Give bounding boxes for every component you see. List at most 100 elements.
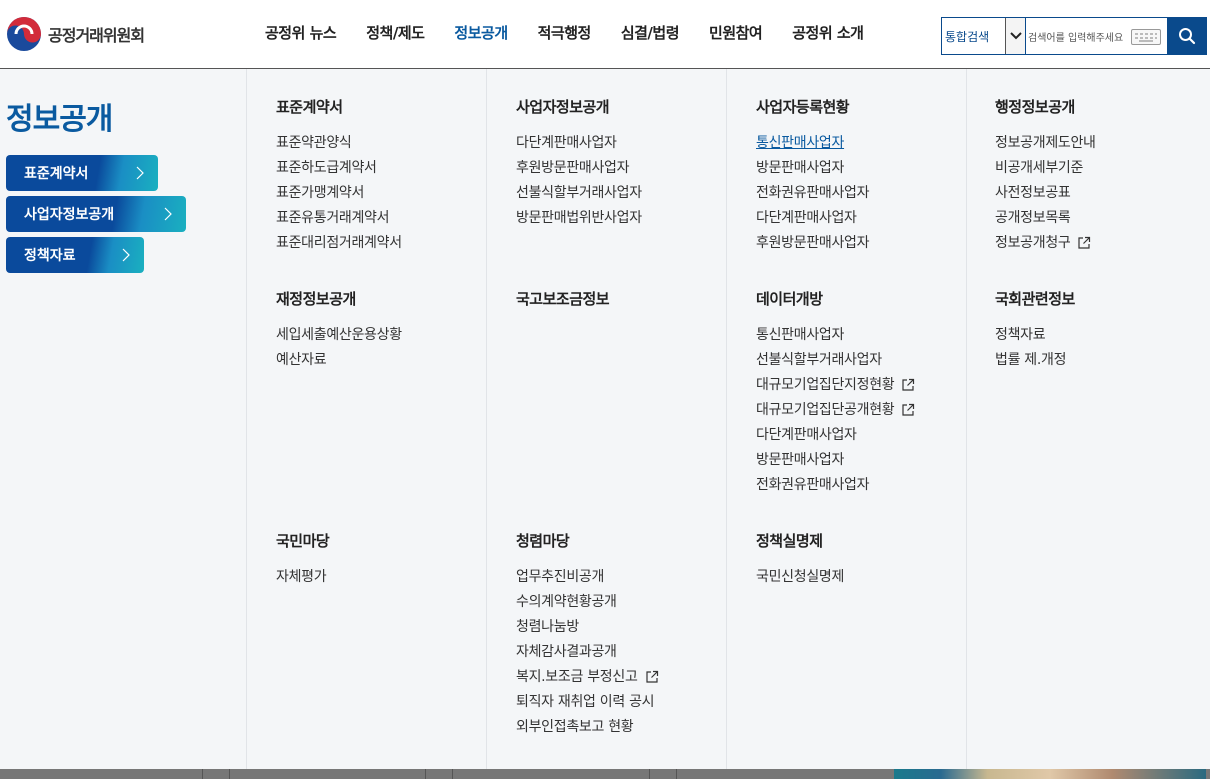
- mega-menu-panel: 정보공개 표준계약서 사업자정보공개 정책자료 표준계약서 표준약관양식 표준하…: [0, 69, 1210, 769]
- nav-news[interactable]: 공정위 뉴스: [265, 22, 337, 43]
- search-scope-select[interactable]: 통합검색: [941, 17, 1026, 55]
- nav-policy[interactable]: 정책/제도: [366, 22, 425, 43]
- menu-group-policy-realname: 정책실명제 국민신청실명제: [756, 531, 844, 592]
- search-scope-value: 통합검색: [945, 29, 990, 44]
- menu-item[interactable]: 공개정보목록: [995, 208, 1096, 233]
- menu-item[interactable]: 표준약관양식: [276, 133, 402, 158]
- menu-item-hovered[interactable]: 통신판매사업자: [756, 133, 869, 158]
- menu-item[interactable]: 사전정보공표: [995, 183, 1096, 208]
- nav-about[interactable]: 공정위 소개: [792, 22, 864, 43]
- nav-civil[interactable]: 민원참여: [709, 22, 763, 43]
- menu-group-title[interactable]: 사업자정보공개: [516, 97, 642, 117]
- menu-item[interactable]: 비공개세부기준: [995, 158, 1096, 183]
- menu-group-title[interactable]: 재정정보공개: [276, 289, 402, 309]
- external-link-icon: [645, 670, 658, 683]
- menu-item-external[interactable]: 복지.보조금 부정신고: [516, 667, 659, 692]
- sidebar-button-label: 표준계약서: [24, 166, 89, 182]
- menu-item[interactable]: 방문판매법위반사업자: [516, 208, 642, 233]
- page-background-strip: [0, 769, 1210, 779]
- site-logo[interactable]: 공정거래위원회: [6, 16, 145, 52]
- menu-item[interactable]: 다단계판매사업자: [756, 425, 915, 450]
- menu-group-title[interactable]: 정책실명제: [756, 531, 844, 551]
- menu-group-title[interactable]: 국민마당: [276, 531, 330, 551]
- menu-item[interactable]: 통신판매사업자: [756, 325, 915, 350]
- menu-group-title[interactable]: 국회관련정보: [995, 289, 1075, 309]
- menu-item[interactable]: 방문판매사업자: [756, 158, 869, 183]
- menu-group-title[interactable]: 표준계약서: [276, 97, 402, 117]
- chevron-right-icon: [164, 207, 172, 221]
- menu-group-title[interactable]: 국고보조금정보: [516, 289, 610, 309]
- nav-active-admin[interactable]: 적극행정: [538, 22, 592, 43]
- menu-item[interactable]: 외부인접촉보고 현황: [516, 717, 659, 742]
- menu-item[interactable]: 표준대리점거래계약서: [276, 233, 402, 258]
- menu-item[interactable]: 수의계약현황공개: [516, 592, 659, 617]
- menu-group-standard-contracts: 표준계약서 표준약관양식 표준하도급계약서 표준가맹계약서 표준유통거래계약서 …: [276, 97, 402, 258]
- menu-group-title[interactable]: 데이터개방: [756, 289, 915, 309]
- menu-item-external[interactable]: 정보공개청구: [995, 233, 1096, 258]
- menu-group-title[interactable]: 사업자등록현황: [756, 97, 869, 117]
- menu-item[interactable]: 후원방문판매사업자: [756, 233, 870, 258]
- menu-group-business-info: 사업자정보공개 다단계판매사업자 후원방문판매사업자 선불식할부거래사업자 방문…: [516, 97, 642, 233]
- menu-item[interactable]: 표준하도급계약서: [276, 158, 402, 183]
- menu-group-open-data: 데이터개방 통신판매사업자 선불식할부거래사업자 대규모기업집단지정현황 대규모…: [756, 289, 915, 500]
- menu-group-integrity-yard: 청렴마당 업무추진비공개 수의계약현황공개 청렴나눔방 자체감사결과공개 복지.…: [516, 531, 659, 742]
- divider: [202, 769, 203, 779]
- menu-item-external[interactable]: 대규모기업집단공개현황: [756, 400, 915, 425]
- divider: [649, 769, 650, 779]
- menu-item-external[interactable]: 대규모기업집단지정현황: [756, 375, 915, 400]
- menu-item-label: 정보공개청구: [995, 235, 1071, 251]
- menu-item[interactable]: 청렴나눔방: [516, 617, 659, 642]
- menu-group-title[interactable]: 청렴마당: [516, 531, 659, 551]
- menu-item[interactable]: 후원방문판매사업자: [516, 158, 642, 183]
- sidebar-button-policy-materials[interactable]: 정책자료: [6, 237, 144, 273]
- menu-item[interactable]: 정책자료: [995, 325, 1075, 350]
- menu-item[interactable]: 방문판매사업자: [756, 450, 915, 475]
- menu-item[interactable]: 법률 제.개정: [995, 350, 1075, 375]
- menu-item[interactable]: 전화권유판매사업자: [756, 183, 870, 208]
- divider: [229, 769, 230, 779]
- divider: [425, 769, 426, 779]
- search-button[interactable]: [1167, 17, 1207, 55]
- search-input[interactable]: 검색어를 입력해주세요: [1026, 17, 1167, 55]
- external-link-icon: [902, 403, 915, 416]
- menu-item[interactable]: 정보공개제도안내: [995, 133, 1096, 158]
- divider: [676, 769, 677, 779]
- menu-item[interactable]: 전화권유판매사업자: [756, 475, 915, 500]
- menu-item[interactable]: 국민신청실명제: [756, 567, 844, 592]
- menu-item[interactable]: 자체감사결과공개: [516, 642, 659, 667]
- chevron-right-icon: [136, 166, 144, 180]
- menu-item-label: 복지.보조금 부정신고: [516, 669, 638, 685]
- menu-group-admin-info: 행정정보공개 정보공개제도안내 비공개세부기준 사전정보공표 공개정보목록 정보…: [995, 97, 1096, 258]
- column-divider: [726, 69, 727, 769]
- virtual-keyboard-icon[interactable]: [1131, 29, 1161, 45]
- menu-item[interactable]: 다단계판매사업자: [756, 208, 869, 233]
- sidebar-title: 정보공개: [6, 102, 113, 137]
- sidebar-button-business-info[interactable]: 사업자정보공개: [6, 196, 186, 232]
- menu-item[interactable]: 표준유통거래계약서: [276, 208, 402, 233]
- menu-item[interactable]: 업무추진비공개: [516, 567, 659, 592]
- sidebar-button-standard-contracts[interactable]: 표준계약서: [6, 155, 158, 191]
- menu-group-business-registration: 사업자등록현황 통신판매사업자 방문판매사업자 전화권유판매사업자 다단계판매사…: [756, 97, 870, 258]
- menu-item[interactable]: 선불식할부거래사업자: [756, 350, 915, 375]
- chevron-down-icon[interactable]: [1005, 18, 1025, 54]
- menu-item[interactable]: 선불식할부거래사업자: [516, 183, 642, 208]
- menu-item[interactable]: 표준가맹계약서: [276, 183, 402, 208]
- chevron-right-icon: [122, 248, 130, 262]
- banner-image: [894, 769, 1206, 779]
- menu-group-subsidy-info: 국고보조금정보: [516, 289, 610, 309]
- menu-group-title[interactable]: 행정정보공개: [995, 97, 1096, 117]
- menu-item[interactable]: 자체평가: [276, 567, 329, 592]
- search-icon: [1179, 28, 1196, 45]
- nav-decisions[interactable]: 심결/법령: [621, 22, 680, 43]
- site-header: 공정거래위원회 공정위 뉴스 정책/제도 정보공개 적극행정 심결/법령 민원참…: [0, 0, 1210, 69]
- nav-info-disclosure[interactable]: 정보공개: [454, 22, 508, 43]
- menu-item[interactable]: 퇴직자 재취업 이력 공시: [516, 692, 659, 717]
- search-bar: 통합검색 검색어를 입력해주세요: [941, 17, 1207, 55]
- menu-item[interactable]: 예산자료: [276, 350, 402, 375]
- menu-group-assembly-info: 국회관련정보 정책자료 법률 제.개정: [995, 289, 1075, 375]
- menu-item-label: 대규모기업집단지정현황: [756, 377, 895, 393]
- menu-item[interactable]: 세입세출예산운용상황: [276, 325, 402, 350]
- sidebar-button-label: 사업자정보공개: [24, 207, 115, 223]
- taegeuk-emblem-icon: [7, 17, 41, 51]
- menu-item[interactable]: 다단계판매사업자: [516, 133, 642, 158]
